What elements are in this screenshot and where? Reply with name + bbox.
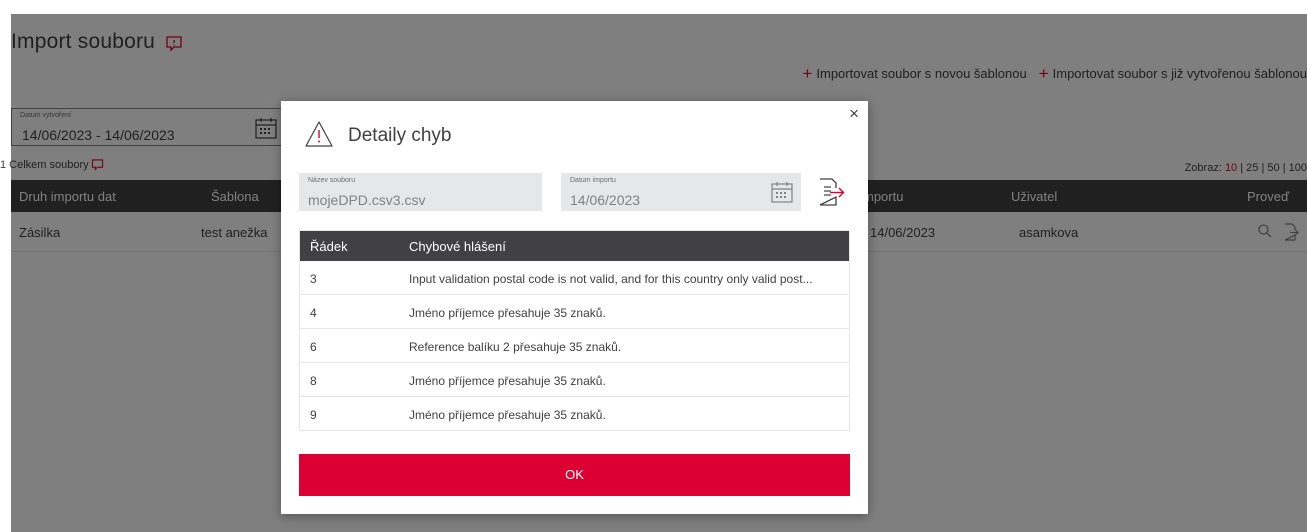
error-message: Jméno příjemce přesahuje 35 znaků. bbox=[409, 374, 606, 388]
error-line: 8 bbox=[310, 374, 317, 388]
error-details-modal: × Detaily chyb Název souboru mojeDPD.csv… bbox=[281, 101, 868, 514]
error-table-header: Řádek Chybové hlášení bbox=[300, 231, 849, 261]
import-date-label: Datum importu bbox=[570, 177, 616, 184]
error-line: 3 bbox=[310, 272, 317, 286]
error-message: Jméno příjemce přesahuje 35 znaků. bbox=[409, 408, 606, 422]
table-row: 9 Jméno příjemce přesahuje 35 znaků. bbox=[300, 397, 849, 431]
table-row: 4 Jméno příjemce přesahuje 35 znaků. bbox=[300, 295, 849, 329]
top-bar bbox=[0, 0, 1307, 14]
modal-title: Detaily chyb bbox=[348, 125, 452, 146]
column-header-message: Chybové hlášení bbox=[409, 239, 506, 254]
error-table: Řádek Chybové hlášení 3 Input validation… bbox=[299, 230, 850, 431]
table-row: 8 Jméno příjemce přesahuje 35 znaků. bbox=[300, 363, 849, 397]
import-date-field: Datum importu 14/06/2023 bbox=[561, 173, 801, 211]
file-name-value: mojeDPD.csv3.csv bbox=[308, 192, 426, 208]
calendar-icon bbox=[771, 182, 793, 203]
export-file-icon[interactable] bbox=[817, 177, 845, 207]
import-date-value: 14/06/2023 bbox=[570, 192, 641, 208]
error-message: Input validation postal code is not vali… bbox=[409, 272, 813, 286]
ok-button[interactable]: OK bbox=[299, 454, 850, 496]
warning-icon bbox=[305, 121, 333, 147]
file-name-label: Název souboru bbox=[308, 177, 356, 184]
error-line: 6 bbox=[310, 340, 317, 354]
error-line: 9 bbox=[310, 408, 317, 422]
error-line: 4 bbox=[310, 306, 317, 320]
error-message: Jméno příjemce přesahuje 35 znaků. bbox=[409, 306, 606, 320]
close-icon[interactable]: × bbox=[849, 105, 859, 122]
column-header-line: Řádek bbox=[310, 239, 348, 254]
table-row: 6 Reference balíku 2 přesahuje 35 znaků. bbox=[300, 329, 849, 363]
table-row: 3 Input validation postal code is not va… bbox=[300, 261, 849, 295]
file-name-field: Název souboru mojeDPD.csv3.csv bbox=[299, 173, 542, 211]
error-message: Reference balíku 2 přesahuje 35 znaků. bbox=[409, 340, 622, 354]
